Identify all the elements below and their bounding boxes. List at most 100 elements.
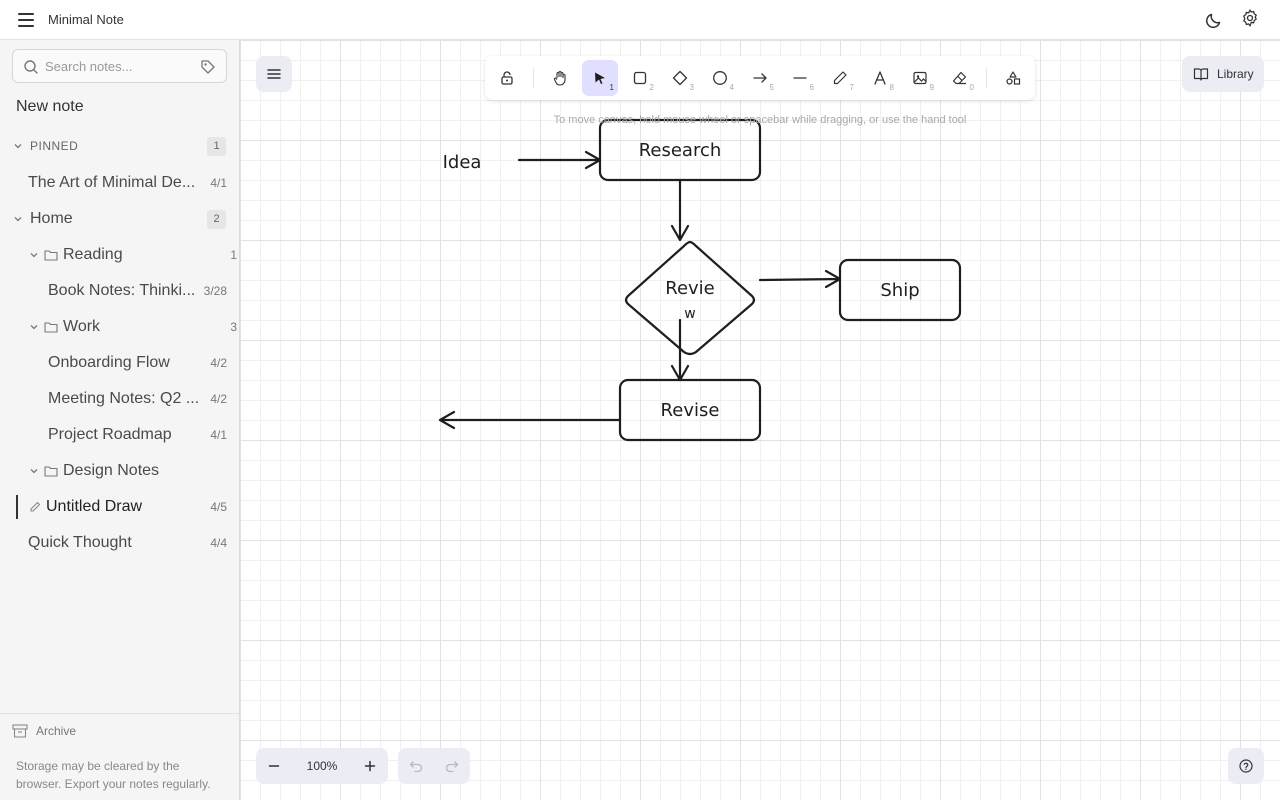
arrow-idea-to-research[interactable] — [517, 150, 602, 170]
note-item[interactable]: Book Notes: Thinki... 3/28 — [0, 273, 239, 309]
redo-icon — [445, 761, 459, 772]
tool-arrow[interactable]: 5 — [742, 60, 778, 96]
note-date: 4/4 — [210, 536, 227, 550]
note-item[interactable]: Onboarding Flow 4/2 — [0, 345, 239, 381]
tool-shortcut: 0 — [969, 83, 974, 92]
redo-button[interactable] — [434, 748, 470, 784]
arrow-research-to-review[interactable] — [670, 178, 690, 242]
tool-extra-shapes[interactable] — [995, 60, 1031, 96]
folder-icon — [44, 250, 58, 261]
zoom-controls: 100% — [256, 748, 388, 784]
note-title: Untitled Draw — [46, 498, 143, 515]
tool-line[interactable]: 6 — [782, 60, 818, 96]
library-button[interactable]: Library — [1182, 56, 1264, 92]
chevron-down-icon — [30, 253, 38, 258]
note-item[interactable]: Project Roadmap 4/1 — [0, 417, 239, 453]
tool-shortcut: 5 — [769, 83, 774, 92]
tool-shortcut: 1 — [609, 83, 614, 92]
folder-label: Design Notes — [63, 462, 160, 479]
research-label: Research — [639, 140, 722, 161]
archive-button[interactable]: Archive — [12, 724, 76, 738]
tool-ellipse[interactable]: 4 — [702, 60, 738, 96]
toolbar-divider — [533, 68, 534, 88]
undo-redo-controls — [398, 748, 470, 784]
rectangle-icon — [633, 71, 647, 85]
hamburger-menu-icon[interactable] — [14, 10, 38, 30]
arrow-revise-back[interactable] — [438, 410, 622, 430]
note-date: 4/2 — [210, 392, 227, 406]
note-item[interactable]: Meeting Notes: Q2 ... 4/2 — [0, 381, 239, 417]
note-item[interactable]: Quick Thought 4/4 — [0, 525, 239, 561]
active-indicator — [16, 495, 18, 519]
help-button[interactable] — [1228, 748, 1264, 784]
tool-eraser[interactable]: 0 — [942, 60, 978, 96]
drawing-canvas[interactable]: Idea Research Revie w Ship Revise To mov… — [240, 40, 1280, 800]
tool-draw[interactable]: 7 — [822, 60, 858, 96]
new-note-button[interactable]: New note — [16, 98, 84, 116]
tag-icon[interactable] — [200, 59, 216, 75]
menu-icon — [267, 69, 281, 79]
note-date: 4/1 — [210, 176, 227, 190]
tool-shortcut: 4 — [729, 83, 734, 92]
note-title: Quick Thought — [28, 534, 132, 551]
plus-icon — [364, 760, 376, 772]
folder-work[interactable]: Work 3 — [0, 309, 239, 345]
tool-shortcut: 3 — [689, 83, 694, 92]
zoom-out-button[interactable] — [256, 748, 292, 784]
canvas-main-menu-button[interactable] — [256, 56, 292, 92]
zoom-in-button[interactable] — [352, 748, 388, 784]
app-title: Minimal Note — [48, 12, 124, 27]
arrow-review-to-revise[interactable] — [670, 318, 690, 382]
folder-label: Reading — [63, 246, 123, 263]
tool-shortcut: 2 — [649, 83, 654, 92]
note-title: Project Roadmap — [48, 426, 172, 443]
gear-icon[interactable] — [1240, 8, 1260, 28]
tool-shortcut: 6 — [809, 83, 814, 92]
note-item[interactable]: The Art of Minimal De... 4/1 — [0, 165, 239, 201]
note-date: 4/2 — [210, 356, 227, 370]
folder-design-notes[interactable]: Design Notes — [0, 453, 239, 489]
tool-rectangle[interactable]: 2 — [622, 60, 658, 96]
note-item-active[interactable]: Untitled Draw 4/5 — [0, 489, 239, 525]
ellipse-icon — [713, 71, 727, 85]
ship-label: Ship — [880, 280, 919, 301]
search-input[interactable] — [45, 56, 195, 76]
pinned-label: PINNED — [30, 139, 79, 153]
tool-image[interactable]: 9 — [902, 60, 938, 96]
diamond-icon — [672, 70, 688, 86]
note-date: 3/28 — [203, 284, 227, 298]
note-title: Onboarding Flow — [48, 354, 170, 371]
tool-diamond[interactable]: 3 — [662, 60, 698, 96]
pencil-icon — [30, 501, 41, 512]
folder-label: Home — [30, 210, 73, 227]
folder-icon — [44, 466, 58, 477]
tool-lock[interactable] — [489, 60, 525, 96]
note-date: 4/1 — [210, 428, 227, 442]
note-date: 4/5 — [210, 500, 227, 514]
folder-label: Work — [63, 318, 101, 335]
folder-home[interactable]: Home 2 — [0, 201, 239, 237]
folder-count: 1 — [230, 248, 237, 262]
archive-label: Archive — [36, 724, 77, 738]
review-label-line2: w — [684, 306, 695, 322]
tool-text[interactable]: 8 — [862, 60, 898, 96]
text-icon — [874, 71, 886, 85]
section-pinned[interactable]: PINNED 1 — [0, 128, 239, 164]
revise-label: Revise — [661, 400, 720, 421]
moon-icon[interactable] — [1204, 10, 1224, 30]
zoom-level[interactable]: 100% — [296, 748, 348, 784]
arrow-review-to-ship[interactable] — [758, 269, 842, 289]
search-icon — [24, 60, 38, 74]
line-icon — [793, 77, 807, 79]
pointer-icon — [595, 72, 605, 84]
folder-icon — [44, 322, 58, 333]
folder-reading[interactable]: Reading 1 — [0, 237, 239, 273]
idea-label[interactable]: Idea — [443, 152, 482, 173]
library-label: Library — [1217, 67, 1254, 81]
tool-selection[interactable]: 1 — [582, 60, 618, 96]
eraser-icon — [952, 71, 967, 85]
undo-button[interactable] — [398, 748, 434, 784]
folder-count: 3 — [230, 320, 237, 334]
tool-hand[interactable] — [542, 60, 578, 96]
undo-icon — [409, 761, 423, 772]
